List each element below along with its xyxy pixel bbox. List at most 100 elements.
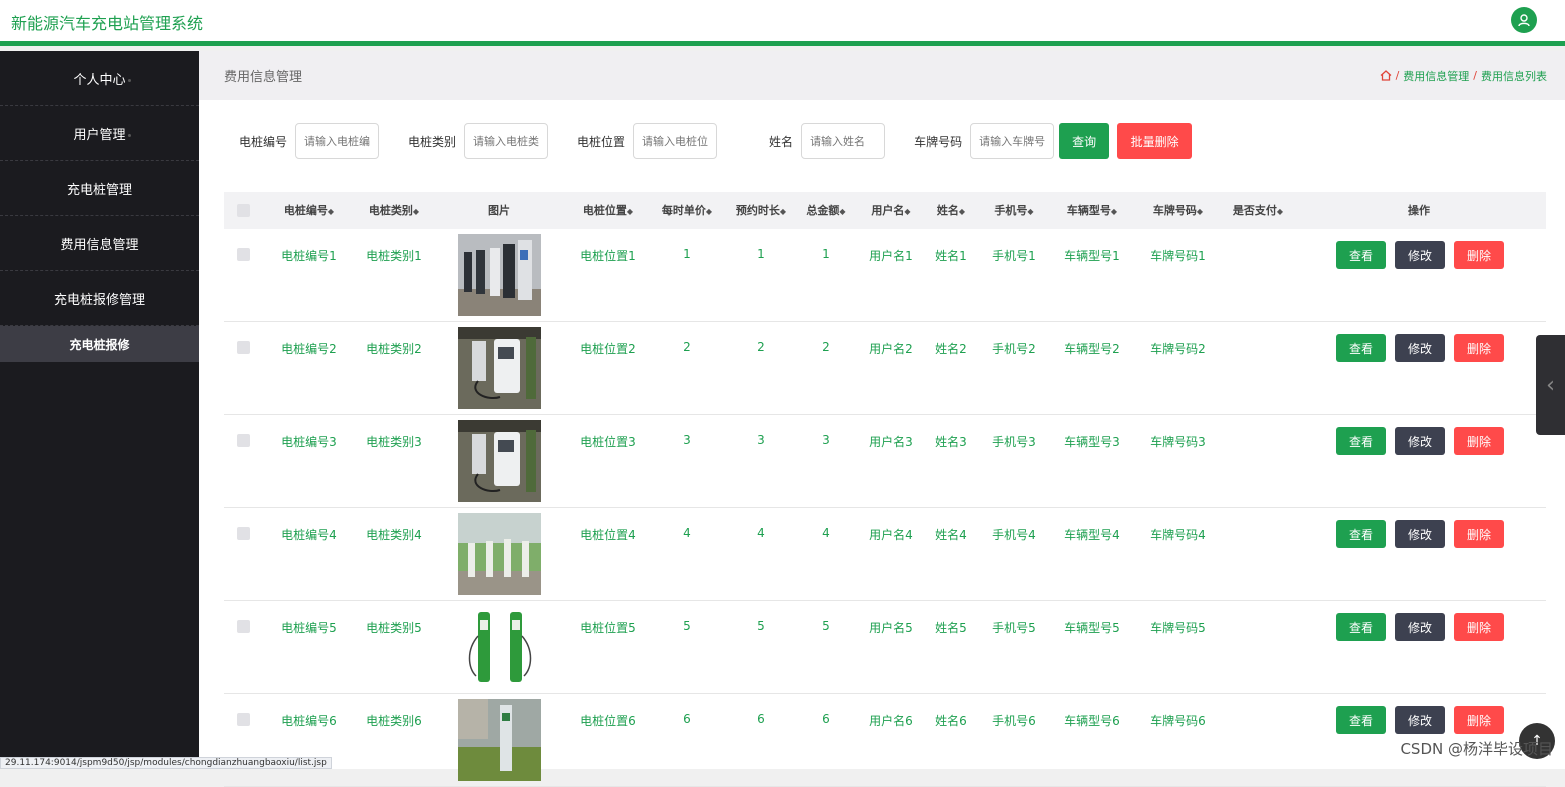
name-input[interactable] [801, 123, 886, 159]
column-header[interactable]: 姓名◆ [926, 192, 976, 229]
pile-category-input[interactable] [464, 123, 549, 159]
column-header[interactable]: 电桩类别◆ [359, 192, 429, 229]
delete-button[interactable]: 删除 [1454, 706, 1504, 734]
top-bar: 新能源汽车充电站管理系统 [0, 0, 1565, 46]
table-cell: 姓名2 [935, 342, 967, 356]
table-cell: 电桩编号3 [281, 435, 337, 449]
row-checkbox[interactable] [237, 527, 250, 540]
table-header: 电桩编号◆ 电桩类别◆ 图片 电桩位置◆ 每时单价◆ 预约时长◆ 总金额◆ 用户… [224, 192, 1546, 229]
row-checkbox[interactable] [237, 620, 250, 633]
table-cell: 车辆型号6 [1064, 714, 1120, 728]
column-header[interactable]: 车牌号码◆ [1143, 192, 1213, 229]
row-checkbox[interactable] [237, 341, 250, 354]
charger-bank-photo [458, 234, 541, 316]
menu-dot-icon [128, 189, 131, 192]
edit-button[interactable]: 修改 [1395, 613, 1445, 641]
table-cell: 手机号1 [992, 249, 1036, 263]
edit-button[interactable]: 修改 [1395, 241, 1445, 269]
sidebar-item-fee-management[interactable]: 费用信息管理 [0, 216, 199, 271]
view-button[interactable]: 查看 [1336, 241, 1386, 269]
sort-icon: ◆ [705, 207, 713, 216]
delete-button[interactable]: 删除 [1454, 427, 1504, 455]
column-header[interactable]: 电桩位置◆ [573, 192, 643, 229]
column-header[interactable]: 每时单价◆ [652, 192, 722, 229]
table-cell: 电桩类别5 [366, 621, 422, 635]
view-button[interactable]: 查看 [1336, 613, 1386, 641]
column-header[interactable]: 电桩编号◆ [274, 192, 344, 229]
table-cell: 车辆型号2 [1064, 342, 1120, 356]
row-checkbox[interactable] [237, 248, 250, 261]
view-button[interactable]: 查看 [1336, 706, 1386, 734]
column-header[interactable]: 手机号◆ [984, 192, 1044, 229]
view-button[interactable]: 查看 [1336, 334, 1386, 362]
edit-button[interactable]: 修改 [1395, 520, 1445, 548]
table-cell: 2 [757, 340, 765, 354]
menu-dot-icon [128, 79, 131, 82]
table-body: 电桩编号1 电桩类别1 电桩位置1 1 1 1 用户名1 姓名1 手机号1 车辆型号1 车牌号码1 查… [224, 229, 1546, 787]
search-label: 车牌号码 [914, 134, 963, 149]
edit-button[interactable]: 修改 [1395, 427, 1445, 455]
edit-button[interactable]: 修改 [1395, 706, 1445, 734]
table-cell: 6 [757, 712, 765, 726]
sort-icon: ◆ [412, 207, 420, 216]
column-header[interactable]: 预约时长◆ [726, 192, 796, 229]
collapse-handle[interactable]: ‹ [1536, 335, 1565, 435]
table-cell: 姓名3 [935, 435, 967, 449]
table-cell: 1 [822, 247, 830, 261]
table-row: 电桩编号2 电桩类别2 电桩位置2 2 2 2 用户名2 姓名2 手机号2 车辆型号2 车牌号码2 查… [224, 322, 1546, 415]
table-cell: 姓名6 [935, 714, 967, 728]
query-button[interactable]: 查询 [1059, 123, 1110, 159]
sidebar-item-charging-pile-management[interactable]: 充电桩管理 [0, 161, 199, 216]
table-cell: 车牌号码4 [1150, 528, 1206, 542]
table-cell: 车牌号码6 [1150, 714, 1206, 728]
breadcrumb: / 费用信息管理 / 费用信息列表 [1380, 68, 1547, 84]
fee-table: 电桩编号◆ 电桩类别◆ 图片 电桩位置◆ 每时单价◆ 预约时长◆ 总金额◆ 用户… [224, 192, 1546, 787]
page-header: 费用信息管理 / 费用信息管理 / 费用信息列表 [199, 51, 1565, 100]
sidebar-item-repair-management[interactable]: 充电桩报修管理 [0, 271, 199, 326]
table-cell: 车辆型号1 [1064, 249, 1120, 263]
breadcrumb-item[interactable]: 费用信息管理 [1403, 68, 1469, 84]
pile-location-input[interactable] [633, 123, 718, 159]
user-icon [1518, 14, 1530, 27]
table-cell: 车牌号码5 [1150, 621, 1206, 635]
column-header[interactable]: 总金额◆ [796, 192, 856, 229]
app-title: 新能源汽车充电站管理系统 [11, 14, 204, 33]
table-cell: 3 [822, 433, 830, 447]
watermark: CSDN @杨洋毕设项目 [1400, 740, 1553, 758]
row-checkbox[interactable] [237, 434, 250, 447]
delete-button[interactable]: 删除 [1454, 613, 1504, 641]
pile-number-input[interactable] [295, 123, 380, 159]
view-button[interactable]: 查看 [1336, 427, 1386, 455]
table-cell: 1 [683, 247, 691, 261]
sort-icon: ◆ [1276, 207, 1284, 216]
select-all-checkbox[interactable] [237, 204, 250, 217]
breadcrumb-separator: / [1473, 69, 1477, 82]
sidebar-item-user-management[interactable]: 用户管理 [0, 106, 199, 161]
column-header[interactable]: 是否支付◆ [1223, 192, 1293, 229]
edit-button[interactable]: 修改 [1395, 334, 1445, 362]
batch-delete-button[interactable]: 批量删除 [1117, 123, 1193, 159]
sidebar-item-personal-center[interactable]: 个人中心 [0, 51, 199, 106]
table-cell: 车牌号码2 [1150, 342, 1206, 356]
table-cell: 1 [757, 247, 765, 261]
search-bar: 电桩编号 电桩类别 电桩位置 姓名 车牌号码 查询 批量删除 [239, 123, 1193, 159]
table-cell: 手机号6 [992, 714, 1036, 728]
sort-icon: ◆ [958, 207, 966, 216]
delete-button[interactable]: 删除 [1454, 334, 1504, 362]
column-header[interactable]: 用户名◆ [861, 192, 921, 229]
wall-charger-photo [458, 327, 541, 409]
view-button[interactable]: 查看 [1336, 520, 1386, 548]
delete-button[interactable]: 删除 [1454, 241, 1504, 269]
table-cell: 4 [822, 526, 830, 540]
plate-number-input[interactable] [970, 123, 1055, 159]
search-label: 电桩位置 [577, 134, 626, 149]
delete-button[interactable]: 删除 [1454, 520, 1504, 548]
user-avatar-button[interactable] [1511, 7, 1537, 33]
sidebar-subitem-repair[interactable]: 充电桩报修 [0, 326, 199, 362]
column-header[interactable]: 车辆型号◆ [1057, 192, 1127, 229]
breadcrumb-item[interactable]: 费用信息列表 [1481, 68, 1547, 84]
row-checkbox[interactable] [237, 713, 250, 726]
home-icon[interactable] [1380, 70, 1392, 81]
search-label: 姓名 [769, 134, 794, 149]
table-cell: 5 [822, 619, 830, 633]
